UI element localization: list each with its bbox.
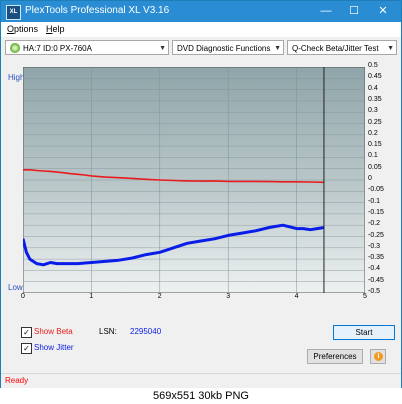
menu-bar: Options Help [1,22,401,37]
right-axis-tick-label: -0.45 [368,276,384,284]
right-axis-tick-label: -0.5 [368,288,381,295]
show-beta-label[interactable]: Show Beta [34,327,73,336]
title-bar[interactable]: XL PlexTools Professional XL V3.16 — ☐ ✕ [1,1,401,22]
preferences-button[interactable]: Preferences [307,349,363,364]
right-axis-tick-label: -0.4 [368,265,381,273]
right-axis-tick-label: -0.3 [368,242,381,250]
right-axis-tick-label: 0.05 [368,163,382,171]
show-jitter-checkbox[interactable]: ✓ [21,343,32,354]
menu-help[interactable]: Help [46,24,65,34]
image-caption: 569x551 30kb PNG [0,388,402,404]
right-axis-tick-label: 0.2 [368,129,378,137]
x-axis-tick-label: 0 [21,293,25,300]
grid-lines [23,67,365,293]
status-text: Ready [5,376,29,385]
beta-jitter-chart [23,67,365,293]
right-axis-tick-label: 0.5 [368,62,378,69]
menu-options[interactable]: Options [7,24,38,34]
app-icon: XL [6,5,21,20]
maximize-button[interactable]: ☐ [347,4,361,18]
right-axis-tick-label: 0.4 [368,84,378,92]
x-axis-tick-label: 2 [157,293,162,300]
x-axis-tick-label: 3 [226,293,231,300]
right-axis-tick-label: -0.35 [368,254,384,262]
right-axis-tick-label: 0.35 [368,95,382,103]
right-axis-tick-label: 0.15 [368,141,382,149]
right-axis-tick-label: -0.15 [368,208,384,216]
control-panel: ✓ Show Beta ✓ Show Jitter LSN: 2295040 S… [1,311,401,371]
info-icon: i [374,352,383,361]
function-select-value: DVD Diagnostic Functions [177,44,271,53]
start-button[interactable]: Start [333,325,395,340]
right-axis-tick-label: 0.25 [368,118,382,126]
chevron-down-icon: ▼ [387,45,394,52]
drive-select-value: HA:7 ID:0 PX-760A [23,44,92,53]
x-axis-tick-label: 1 [89,293,94,300]
test-select-value: Q-Check Beta/Jitter Test [292,44,379,53]
right-axis-tick-label: 0 [368,175,372,182]
right-axis-tick-label: 0.1 [368,152,378,160]
right-axis-tick-label: -0.2 [368,220,381,228]
disc-drive-icon [10,42,20,53]
toolbar: HA:7 ID:0 PX-760A ▼ DVD Diagnostic Funct… [1,37,401,59]
test-select[interactable]: Q-Check Beta/Jitter Test ▼ [287,40,397,55]
show-jitter-label[interactable]: Show Jitter [34,343,74,352]
left-axis-high-label: High [8,73,25,82]
lsn-label: LSN: [99,327,117,336]
minimize-button[interactable]: — [319,4,333,18]
function-select[interactable]: DVD Diagnostic Functions ▼ [172,40,284,55]
x-axis-tick-label: 4 [294,293,299,300]
info-button[interactable]: i [370,349,386,364]
right-axis-tick-label: -0.25 [368,231,384,239]
chevron-down-icon: ▼ [159,45,166,52]
right-axis-tick-label: 0.3 [368,107,378,115]
show-beta-checkbox[interactable]: ✓ [21,327,32,338]
app-window: XL PlexTools Professional XL V3.16 — ☐ ✕… [0,0,402,390]
right-axis-tick-label: -0.05 [368,186,384,194]
drive-select[interactable]: HA:7 ID:0 PX-760A ▼ [5,40,169,55]
right-axis-tick-label: 0.45 [368,73,382,81]
left-axis-low-label: Low [8,283,23,292]
chart-panel: High Low 0.5 0.45 0.4 0.35 0.3 0.25 0.2 0.15 0.1… [5,62,398,306]
window-title: PlexTools Professional XL V3.16 [25,5,170,16]
close-button[interactable]: ✕ [376,4,390,18]
right-axis-tick-label: -0.1 [368,197,381,205]
lsn-value: 2295040 [130,327,162,336]
chevron-down-icon: ▼ [274,45,281,52]
x-axis-tick-label: 5 [363,293,367,300]
